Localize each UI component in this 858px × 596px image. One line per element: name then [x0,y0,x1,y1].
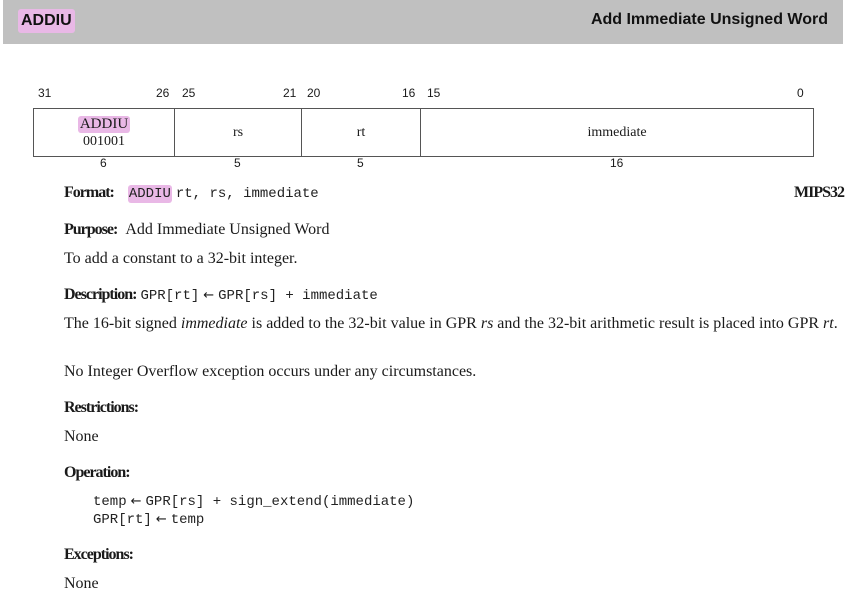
description-label: Description: [64,286,137,303]
description-overflow-note: No Integer Overflow exception occurs und… [64,363,477,380]
exceptions-label: Exceptions: [64,546,134,563]
encoding-field-opcode: ADDIU 001001 [34,109,175,156]
field-rt-label: rt [356,125,366,140]
encoding-field-rt: rt [302,109,421,156]
description-rs: rs [480,315,494,332]
operation-line-2: GPR[rt] ← temp [93,510,204,528]
field-immediate-label: immediate [587,125,647,140]
purpose-label: Purpose: [64,221,118,238]
description-text: . [833,315,838,332]
exceptions-text: None [64,575,99,592]
bit-number-20: 20 [307,86,321,100]
format-label: Format: [64,184,115,201]
description-line: Description: GPR[rt] ← GPR[rs] + immedia… [64,286,378,304]
opcode-name: ADDIU [77,115,131,133]
operation-line-1: temp ← GPR[rs] + sign_extend(immediate) [93,492,414,510]
operation-line2-lhs: GPR[rt] [93,512,152,528]
description-rt: rt [823,315,834,332]
isa-tag: MIPS32 [794,184,845,201]
left-arrow-icon: ← [155,512,167,527]
description-text: and the 32-bit arithmetic result is plac… [493,315,824,332]
restrictions-heading: Restrictions: [64,399,139,417]
field-width-rs: 5 [234,156,241,170]
description-paragraph: The 16-bit signed immediate is added to … [64,314,844,333]
field-width-immediate: 16 [610,156,624,170]
purpose-detail: To add a constant to a 32-bit integer. [64,250,298,267]
operation-line2-rhs: temp [170,512,205,528]
purpose-text: Add Immediate Unsigned Word [125,221,330,238]
bit-number-25: 25 [182,86,196,100]
operation-label: Operation: [64,464,131,481]
opcode-value: 001001 [83,133,125,149]
operation-line1-lhs: temp [93,494,127,510]
bit-number-21: 21 [283,86,297,100]
field-width-rt: 5 [357,156,364,170]
description-code-rhs: GPR[rs] + immediate [218,288,378,304]
exceptions-heading: Exceptions: [64,546,134,564]
bit-number-15: 15 [427,86,441,100]
description-text: The 16-bit signed [64,315,181,332]
bit-number-0: 0 [797,86,804,100]
bit-number-31: 31 [38,86,52,100]
format-op: ADDIU [127,185,172,203]
header-title: Add Immediate Unsigned Word [590,11,828,28]
field-rs-label: rs [232,125,244,140]
restrictions-label: Restrictions: [64,399,139,416]
purpose-line: Purpose: Add Immediate Unsigned Word [64,221,329,239]
description-immediate: immediate [180,315,248,332]
operation-heading: Operation: [64,464,131,482]
instruction-header: ADDIU Add Immediate Unsigned Word [3,0,843,44]
field-width-opcode: 6 [100,156,107,170]
restrictions-text: None [64,428,99,445]
bit-number-16: 16 [402,86,416,100]
format-line: Format: ADDIU rt, rs, immediate [64,184,319,203]
left-arrow-icon: ← [130,494,142,509]
left-arrow-icon: ← [203,288,215,303]
operation-line1-rhs: GPR[rs] + sign_extend(immediate) [145,494,415,510]
header-mnemonic: ADDIU [18,9,75,33]
encoding-table: ADDIU 001001 rs rt immediate [33,108,814,157]
description-code-lhs: GPR[rt] [140,288,200,304]
encoding-field-rs: rs [175,109,302,156]
description-text: is added to the 32-bit value in GPR [247,315,481,332]
format-operands: rt, rs, immediate [175,186,319,202]
bit-number-26: 26 [156,86,170,100]
encoding-field-immediate: immediate [421,109,813,156]
